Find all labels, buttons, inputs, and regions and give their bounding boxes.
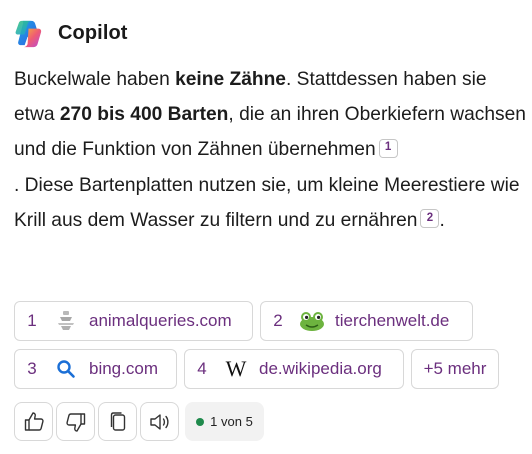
source-number: 1 (27, 311, 37, 330)
answer-segment: . (439, 209, 445, 231)
copy-button[interactable] (98, 402, 137, 441)
search-icon (49, 357, 83, 381)
response-counter: 1 von 5 (185, 402, 264, 441)
source-number: 4 (197, 359, 207, 378)
source-number: 3 (27, 359, 37, 378)
animalqueries-logo-icon (49, 309, 83, 333)
more-sources-button[interactable]: +5 mehr (411, 349, 499, 389)
status-dot-icon (196, 417, 205, 426)
speaker-icon (149, 413, 169, 430)
frog-logo-icon (295, 309, 329, 333)
source-domain: bing.com (89, 359, 158, 378)
citation-marker-1[interactable]: 1 (378, 138, 398, 158)
copy-icon (110, 411, 125, 431)
answer-segment: Buckelwale haben (14, 69, 176, 90)
thumbs-up-icon (24, 411, 44, 431)
copilot-logo-icon (15, 20, 42, 47)
source-number: 2 (273, 311, 283, 330)
answer-bold-segment: 270 bis 400 Barten (59, 104, 229, 126)
answer-text: Buckelwale haben keine Zähne. Stattdesse… (14, 62, 526, 238)
read-aloud-button[interactable] (140, 402, 179, 441)
source-domain: animalqueries.com (89, 311, 232, 330)
source-chip-1[interactable]: 1 animalqueries.com (14, 301, 253, 341)
source-chip-3[interactable]: 3 bing.com (14, 349, 177, 389)
answer-bold-segment: keine Zähne (175, 69, 286, 90)
citation-marker-2[interactable]: 2 (420, 209, 440, 229)
source-domain: tierchenwelt.de (335, 311, 450, 330)
response-counter-label: 1 von 5 (210, 414, 253, 429)
source-chip-2[interactable]: 2 tierchenwelt.de (260, 301, 473, 341)
more-sources-label: +5 mehr (423, 359, 487, 378)
thumbs-down-button[interactable] (56, 402, 95, 441)
app-title: Copilot (58, 21, 128, 44)
thumbs-up-button[interactable] (14, 402, 53, 441)
wikipedia-icon: W (225, 356, 247, 381)
source-domain: de.wikipedia.org (259, 359, 382, 378)
source-chip-4[interactable]: 4 W de.wikipedia.org (184, 349, 404, 389)
thumbs-down-icon (65, 412, 85, 432)
app-header: Copilot (14, 16, 128, 50)
